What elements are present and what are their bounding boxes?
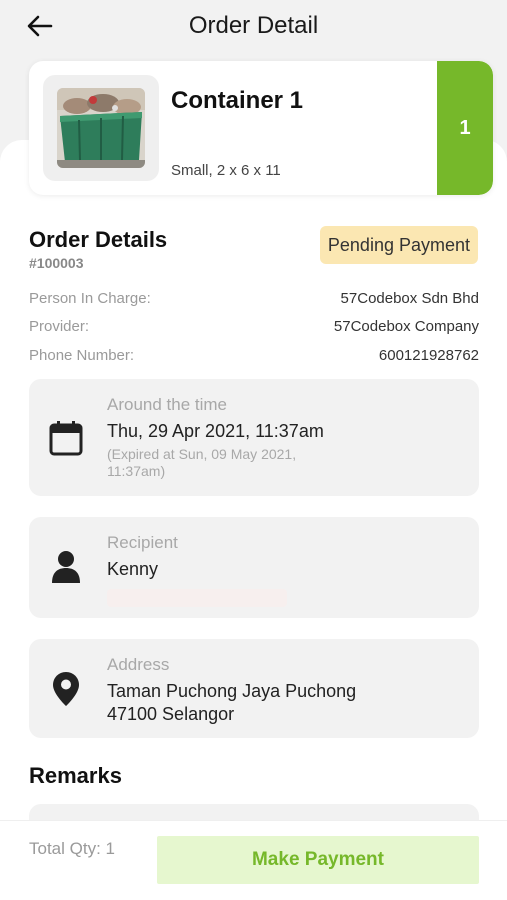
order-details-heading: Order Details <box>29 227 168 252</box>
schedule-label: Around the time <box>107 395 228 414</box>
detail-row-phone: Phone Number: 600121928762 <box>29 344 479 366</box>
detail-row-provider: Provider: 57Codebox Company <box>29 315 479 337</box>
recipient-name: Kenny <box>107 559 159 579</box>
make-payment-button[interactable]: Make Payment <box>157 836 479 884</box>
app-header: Order Detail <box>0 0 507 56</box>
container-image <box>57 88 145 168</box>
product-card[interactable]: Container 1 Small, 2 x 6 x 11 1 <box>29 61 493 195</box>
quantity-tab: 1 <box>437 61 493 195</box>
page-title: Order Detail <box>188 12 319 39</box>
recipient-placeholder-bar <box>107 589 287 607</box>
recipient-label: Recipient <box>107 533 178 552</box>
remarks-heading: Remarks <box>29 763 122 788</box>
address-box: Address Taman Puchong Jaya Puchong 47100… <box>29 639 479 738</box>
address-label: Address <box>107 655 170 674</box>
schedule-datetime: Thu, 29 Apr 2021, 11:37am <box>107 421 324 441</box>
detail-row-person-in-charge: Person In Charge: 57Codebox Sdn Bhd <box>29 287 479 309</box>
recipient-box: Recipient Kenny <box>29 517 479 618</box>
order-number: #100003 <box>29 255 84 271</box>
product-spec: Small, 2 x 6 x 11 <box>171 162 281 179</box>
detail-label: Provider: <box>29 317 90 335</box>
address-line1: Taman Puchong Jaya Puchong <box>107 681 357 701</box>
detail-value: 57Codebox Company <box>333 317 479 335</box>
detail-value: 57Codebox Sdn Bhd <box>340 289 479 307</box>
total-quantity: Total Qty: 1 <box>29 839 115 858</box>
person-icon <box>47 548 85 586</box>
schedule-box: Around the time Thu, 29 Apr 2021, 11:37a… <box>29 379 479 496</box>
schedule-expiry: (Expired at Sun, 09 May 2021, 11:37am) <box>107 446 297 479</box>
location-pin-icon <box>47 670 85 708</box>
detail-label: Person In Charge: <box>29 289 151 307</box>
product-image-frame <box>43 75 159 181</box>
footer-bar: Total Qty: 1 Make Payment <box>0 820 507 900</box>
product-name: Container 1 <box>171 87 304 114</box>
calendar-icon <box>47 419 85 457</box>
address-line2: 47100 Selangor <box>107 704 235 724</box>
detail-label: Phone Number: <box>29 346 135 364</box>
status-badge: Pending Payment <box>319 226 478 264</box>
detail-value[interactable]: 600121928762 <box>379 347 479 364</box>
